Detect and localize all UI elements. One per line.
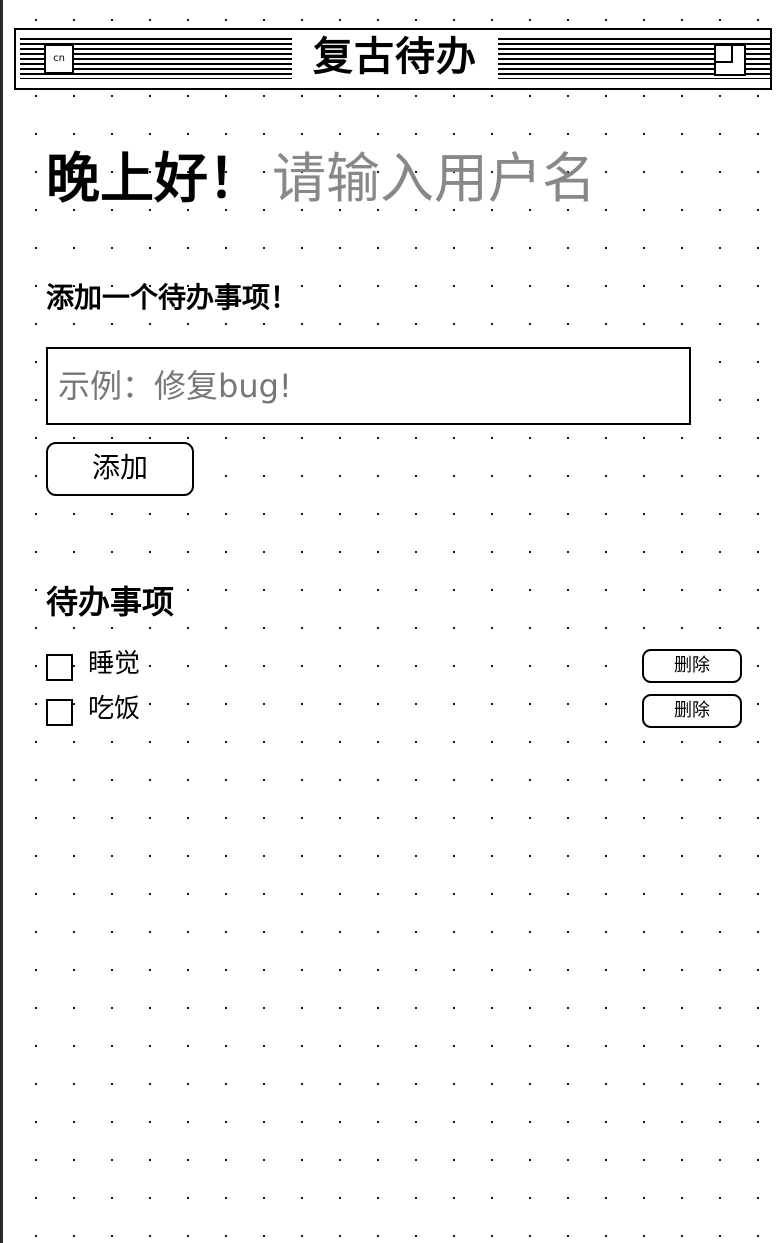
todo-input[interactable] xyxy=(46,347,691,425)
todo-list-heading: 待办事项 xyxy=(46,583,175,621)
greeting: 晚上好！ xyxy=(46,134,692,213)
app-title: 复古待办 xyxy=(304,30,486,88)
title-bar: cn 复古待办 xyxy=(14,28,772,90)
delete-button[interactable]: 删除 xyxy=(642,694,742,728)
window-edge xyxy=(0,0,3,1243)
todo-item: 吃饭 删除 xyxy=(46,692,746,737)
greeting-label: 晚上好！ xyxy=(46,147,262,210)
todo-list: 睡觉 删除 吃饭 删除 xyxy=(46,647,746,737)
todo-text: 吃饭 xyxy=(88,694,141,724)
zoom-box-icon[interactable] xyxy=(714,44,746,76)
todo-checkbox[interactable] xyxy=(46,654,73,681)
todo-text: 睡觉 xyxy=(88,649,141,679)
todo-checkbox[interactable] xyxy=(46,699,73,726)
add-todo-heading: 添加一个待办事项！ xyxy=(46,281,299,314)
delete-button[interactable]: 删除 xyxy=(642,649,742,683)
add-button[interactable]: 添加 xyxy=(46,442,194,496)
username-input[interactable] xyxy=(272,147,692,210)
language-toggle-button[interactable]: cn xyxy=(44,44,74,74)
todo-item: 睡觉 删除 xyxy=(46,647,746,692)
zoom-box-inner xyxy=(716,46,733,63)
